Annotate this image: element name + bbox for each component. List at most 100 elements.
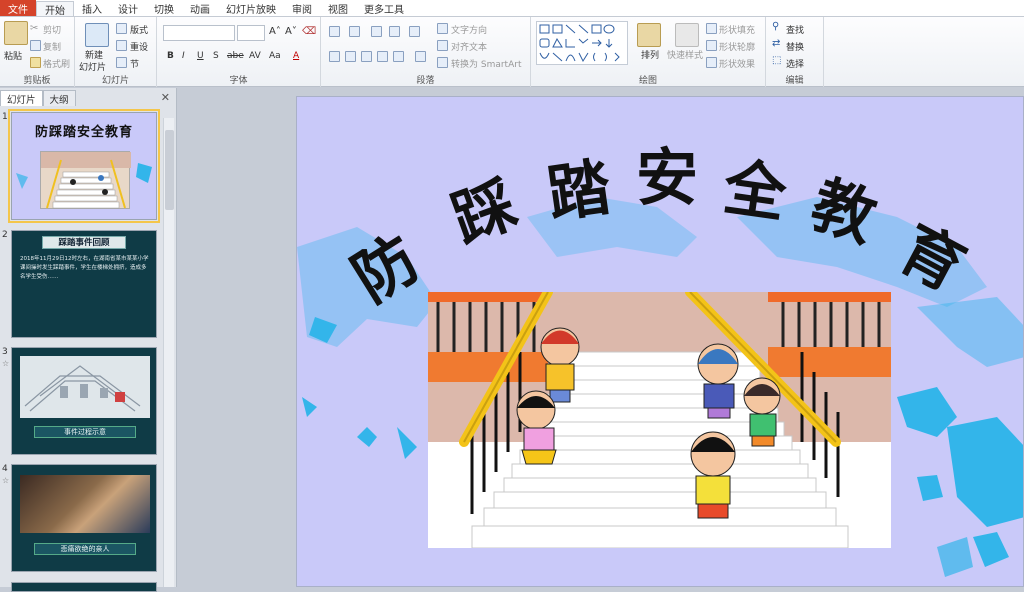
shape-outline-icon (706, 40, 717, 51)
section-icon (116, 57, 127, 68)
shape-fill-icon (706, 23, 717, 34)
layout-button[interactable]: 版式 (130, 23, 148, 36)
align-right-icon[interactable] (361, 51, 372, 62)
shape-effects-icon (706, 57, 717, 68)
justify-icon[interactable] (377, 51, 388, 62)
format-painter-icon (30, 57, 41, 68)
align-text-button[interactable]: 对齐文本 (451, 40, 487, 53)
stairs-illustration[interactable] (428, 287, 891, 549)
scrollbar-thumb[interactable] (165, 130, 174, 210)
tab-transitions[interactable]: 切换 (146, 0, 182, 16)
clipboard-label: 剪贴板 (23, 76, 51, 86)
title-char: 踩 (443, 167, 526, 257)
new-slide-icon[interactable] (85, 23, 109, 47)
title-char: 教 (803, 167, 885, 256)
thumbnail-scrollbar[interactable] (163, 118, 174, 587)
increase-indent-icon[interactable] (389, 26, 400, 37)
change-case-button[interactable]: Aa (269, 51, 281, 61)
thumbnail-1[interactable]: 防踩踏安全教育 (8, 109, 160, 223)
thumbnail-caption: 事件过程示意 (34, 426, 136, 438)
tab-outline[interactable]: 大纲 (42, 90, 76, 106)
new-slide-label-2[interactable]: 幻灯片 (79, 60, 106, 73)
strikethrough-button[interactable]: abe (227, 51, 244, 61)
section-button[interactable]: 节 (130, 57, 139, 70)
italic-button[interactable]: I (182, 51, 185, 61)
bold-button[interactable]: B (167, 51, 174, 61)
thumbnail-5[interactable] (11, 582, 157, 592)
clear-format-icon[interactable]: ⌫ (302, 26, 316, 37)
paste-button[interactable]: 粘贴 (4, 49, 22, 62)
quick-styles-icon[interactable] (675, 23, 699, 47)
text-direction-button[interactable]: 文字方向 (451, 23, 487, 36)
clipboard-group: 粘贴 ✂ 剪切 复制 格式刷 剪贴板 (0, 17, 75, 87)
tab-view[interactable]: 视图 (320, 0, 356, 16)
arrange-button[interactable]: 排列 (641, 48, 659, 61)
tab-home[interactable]: 开始 (36, 1, 74, 17)
paragraph-label: 段落 (416, 76, 435, 86)
shape-fill-button[interactable]: 形状填充 (719, 23, 755, 36)
smartart-icon (437, 57, 448, 68)
replace-button[interactable]: 替换 (786, 40, 804, 53)
format-painter-button[interactable]: 格式刷 (43, 57, 70, 70)
shadow-button[interactable]: S (213, 51, 219, 61)
close-panel-icon[interactable]: ✕ (161, 91, 170, 104)
font-group: A˄ A˅ ⌫ B I U S abe AV Aa A 字体 (157, 17, 321, 87)
bullets-icon[interactable] (329, 26, 340, 37)
thumbnail-caption: 悲痛欲绝的亲人 (34, 543, 136, 555)
tab-review[interactable]: 审阅 (284, 0, 320, 16)
underline-button[interactable]: U (197, 51, 204, 61)
numbering-icon[interactable] (349, 26, 360, 37)
slides-group: 新建 幻灯片 版式 重设 节 幻灯片 (75, 17, 157, 87)
paste-icon[interactable] (4, 21, 28, 45)
tab-slideshow[interactable]: 幻灯片放映 (218, 0, 284, 16)
decrease-indent-icon[interactable] (371, 26, 382, 37)
shrink-font-icon[interactable]: A˅ (285, 26, 297, 37)
align-text-icon (437, 40, 448, 51)
panel-tabs: 幻灯片 大纲 (0, 90, 177, 106)
tab-file[interactable]: 文件 (0, 0, 36, 16)
char-spacing-button[interactable]: AV (249, 51, 261, 61)
line-spacing-icon[interactable] (409, 26, 420, 37)
smartart-button[interactable]: 转换为 SmartArt (451, 57, 521, 70)
tab-insert[interactable]: 插入 (74, 0, 110, 16)
thumbnail-4[interactable]: 悲痛欲绝的亲人 (11, 464, 157, 572)
find-button[interactable]: 查找 (786, 23, 804, 36)
tab-slides[interactable]: 幻灯片 (0, 90, 43, 106)
font-size-combo[interactable] (237, 25, 265, 41)
title-char: 防 (340, 221, 431, 316)
title-char: 踏 (543, 150, 616, 231)
thumbnail-2[interactable]: 踩踏事件回顾 2018年11月29日12时左右，在湖南省某市某某小学课间操时发生… (11, 230, 157, 338)
shape-effects-button[interactable]: 形状效果 (719, 57, 755, 70)
font-name-combo[interactable] (163, 25, 235, 41)
columns-icon[interactable] (415, 51, 426, 62)
tab-animations[interactable]: 动画 (182, 0, 218, 16)
slide-canvas[interactable]: 防 踩 踏 安 全 教 育 (296, 96, 1024, 587)
align-center-icon[interactable] (345, 51, 356, 62)
thumbnail-body-text: 2018年11月29日12时左右，在湖南省某市某某小学课间操时发生踩踏事件，学生… (20, 256, 149, 280)
align-left-icon[interactable] (329, 51, 340, 62)
slide-number: 3 (2, 347, 8, 357)
quick-styles-button[interactable]: 快速样式 (667, 48, 703, 61)
shapes-gallery[interactable] (536, 21, 628, 65)
cut-button[interactable]: 剪切 (43, 23, 61, 36)
tab-more-tools[interactable]: 更多工具 (356, 0, 412, 16)
arrange-icon[interactable] (637, 23, 661, 47)
tab-design[interactable]: 设计 (110, 0, 146, 16)
animation-star-icon: ☆ (2, 476, 10, 485)
thumbnail-photo (20, 475, 150, 533)
select-button[interactable]: 选择 (786, 57, 804, 70)
grow-font-icon[interactable]: A˄ (269, 26, 281, 37)
copy-button[interactable]: 复制 (43, 40, 61, 53)
cut-icon: ✂ (30, 23, 39, 34)
thumbnail-title: 踩踏事件回顾 (42, 236, 126, 249)
reset-button[interactable]: 重设 (130, 40, 148, 53)
font-color-button[interactable]: A (293, 51, 299, 61)
title-char: 安 (636, 141, 698, 214)
title-char: 全 (718, 150, 792, 231)
font-label: 字体 (229, 76, 248, 86)
drawing-group: 排列 快速样式 形状填充 形状轮廓 形状效果 绘图 (531, 17, 766, 87)
shape-outline-button[interactable]: 形状轮廓 (719, 40, 755, 53)
thumbnail-3[interactable]: 事件过程示意 (11, 347, 157, 455)
slide-thumbnail-panel: 幻灯片 大纲 ✕ 1 防踩踏安全教育 2 踩踏事件回顾 2018年11月29日1… (0, 88, 177, 592)
distribute-icon[interactable] (393, 51, 404, 62)
